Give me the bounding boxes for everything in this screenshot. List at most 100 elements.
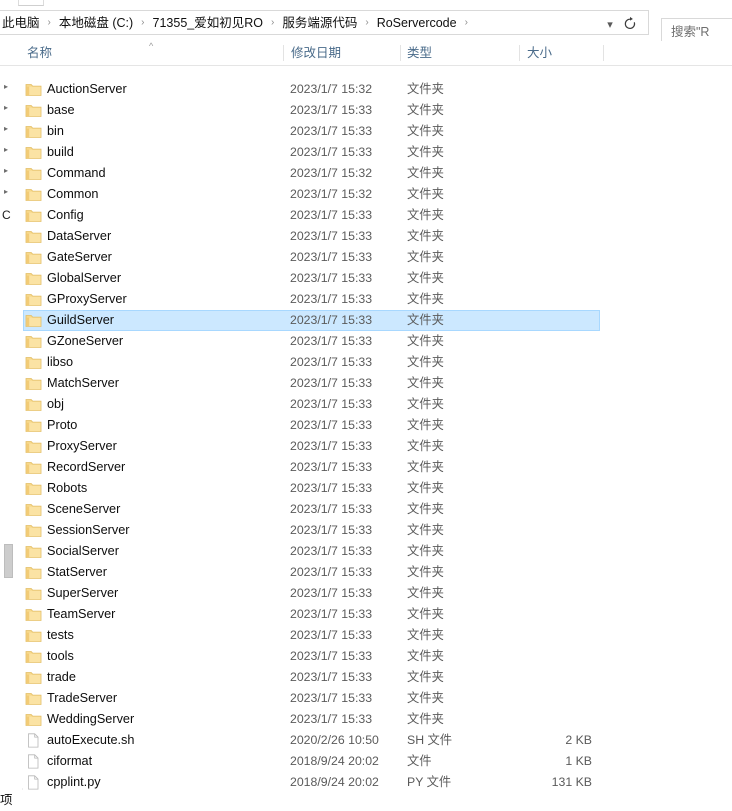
column-divider[interactable] <box>283 45 284 61</box>
file-list-row[interactable]: AuctionServer 2023/1/7 15:32 文件夹 <box>22 79 732 100</box>
file-name: GProxyServer <box>47 292 127 306</box>
file-list-row[interactable]: TradeServer 2023/1/7 15:33 文件夹 <box>22 688 732 709</box>
file-list-row[interactable]: base 2023/1/7 15:33 文件夹 <box>22 100 732 121</box>
file-list-row[interactable]: SuperServer 2023/1/7 15:33 文件夹 <box>22 583 732 604</box>
column-header-size[interactable]: 大小 <box>527 41 552 65</box>
file-type: 文件夹 <box>407 334 444 348</box>
file-icon <box>25 733 42 748</box>
file-date-modified: 2023/1/7 15:33 <box>290 649 373 663</box>
column-header-name[interactable]: 名称 <box>27 41 52 65</box>
file-list-row[interactable]: GateServer 2023/1/7 15:33 文件夹 <box>22 247 732 268</box>
file-list-row[interactable]: Common 2023/1/7 15:32 文件夹 <box>22 184 732 205</box>
file-list-row[interactable]: WeddingServer 2023/1/7 15:33 文件夹 <box>22 709 732 730</box>
file-list-row[interactable]: SceneServer 2023/1/7 15:33 文件夹 <box>22 499 732 520</box>
file-list-row[interactable]: build 2023/1/7 15:33 文件夹 <box>22 142 732 163</box>
file-list-row[interactable]: SessionServer 2023/1/7 15:33 文件夹 <box>22 520 732 541</box>
breadcrumb-item[interactable]: 本地磁盘 (C:) <box>58 13 134 33</box>
file-name: GZoneServer <box>47 334 124 348</box>
folder-icon <box>25 439 42 454</box>
chevron-right-icon[interactable]: ▸ <box>4 103 14 113</box>
search-input[interactable]: 搜索"R <box>661 18 732 43</box>
folder-icon <box>25 460 42 475</box>
file-list-row[interactable]: libso 2023/1/7 15:33 文件夹 <box>22 352 732 373</box>
breadcrumb-item[interactable]: 此电脑 <box>1 13 41 33</box>
file-list-row[interactable]: obj 2023/1/7 15:33 文件夹 <box>22 394 732 415</box>
folder-icon <box>25 481 42 496</box>
file-list-row[interactable]: TeamServer 2023/1/7 15:33 文件夹 <box>22 604 732 625</box>
file-list-row[interactable]: ciformat 2018/9/24 20:02 文件 1 KB <box>22 751 732 772</box>
folder-icon <box>25 271 42 286</box>
file-date-modified: 2023/1/7 15:33 <box>290 397 373 411</box>
breadcrumb-separator-icon[interactable]: › <box>458 15 475 31</box>
file-type: 文件夹 <box>407 670 444 684</box>
file-list-row[interactable]: tests 2023/1/7 15:33 文件夹 <box>22 625 732 646</box>
file-list-row[interactable]: GZoneServer 2023/1/7 15:33 文件夹 <box>22 331 732 352</box>
chevron-right-icon[interactable]: ▸ <box>4 145 14 155</box>
file-list-row[interactable]: StatServer 2023/1/7 15:33 文件夹 <box>22 562 732 583</box>
file-list-row[interactable]: tools 2023/1/7 15:33 文件夹 <box>22 646 732 667</box>
chevron-right-icon[interactable]: ▸ <box>4 124 14 134</box>
ribbon-tab-stub[interactable] <box>18 0 44 6</box>
column-divider[interactable] <box>519 45 520 61</box>
breadcrumb-separator-icon[interactable]: › <box>134 15 151 31</box>
file-list-row[interactable]: GProxyServer 2023/1/7 15:33 文件夹 <box>22 289 732 310</box>
breadcrumb[interactable]: 此电脑 › 本地磁盘 (C:) › 71355_爱如初见RO › 服务端源代码 › RoServ… <box>0 13 648 33</box>
column-divider[interactable] <box>400 45 401 61</box>
file-name: Command <box>47 166 106 180</box>
column-header-type[interactable]: 类型 <box>407 41 432 65</box>
file-name: libso <box>47 355 74 369</box>
chevron-right-icon[interactable]: ▸ <box>4 82 14 92</box>
file-size <box>477 163 592 184</box>
folder-icon <box>25 292 42 307</box>
file-type: 文件夹 <box>407 565 444 579</box>
breadcrumb-separator-icon[interactable]: › <box>358 15 375 31</box>
file-size <box>477 625 592 646</box>
folder-icon <box>25 124 42 139</box>
nav-item-label: C <box>2 208 11 222</box>
file-name: tools <box>47 649 74 663</box>
file-name: base <box>47 103 75 117</box>
chevron-right-icon[interactable]: ▸ <box>4 187 14 197</box>
breadcrumb-separator-icon[interactable]: › <box>264 15 281 31</box>
breadcrumb-item[interactable]: RoServercode <box>376 13 458 33</box>
breadcrumb-item[interactable]: 服务端源代码 <box>281 13 358 33</box>
file-list-row[interactable]: bin 2023/1/7 15:33 文件夹 <box>22 121 732 142</box>
file-list-row[interactable]: GuildServer 2023/1/7 15:33 文件夹 <box>22 310 732 331</box>
folder-icon <box>25 334 42 349</box>
breadcrumb-item[interactable]: 71355_爱如初见RO <box>152 13 264 33</box>
column-divider[interactable] <box>603 45 604 61</box>
file-list-row[interactable]: Config 2023/1/7 15:33 文件夹 <box>22 205 732 226</box>
folder-icon <box>25 376 42 391</box>
file-list-row[interactable]: GlobalServer 2023/1/7 15:33 文件夹 <box>22 268 732 289</box>
refresh-icon[interactable] <box>622 16 640 34</box>
file-size <box>477 541 592 562</box>
file-list[interactable]: AuctionServer 2023/1/7 15:32 文件夹 base 2023/1… <box>22 66 732 790</box>
column-header-date-modified[interactable]: 修改日期 <box>291 41 341 65</box>
file-list-row[interactable]: MatchServer 2023/1/7 15:33 文件夹 <box>22 373 732 394</box>
chevron-right-icon[interactable]: ▸ <box>4 166 14 176</box>
folder-icon <box>25 103 42 118</box>
file-list-row[interactable]: RecordServer 2023/1/7 15:33 文件夹 <box>22 457 732 478</box>
file-list-row[interactable]: autoExecute.sh 2020/2/26 10:50 SH 文件 2 KB <box>22 730 732 751</box>
file-list-row[interactable]: DataServer 2023/1/7 15:33 文件夹 <box>22 226 732 247</box>
file-type: 文件夹 <box>407 103 444 117</box>
chevron-down-icon[interactable]: ▾ <box>603 18 617 32</box>
file-list-row[interactable]: Command 2023/1/7 15:32 文件夹 <box>22 163 732 184</box>
file-list-row[interactable]: SocialServer 2023/1/7 15:33 文件夹 <box>22 541 732 562</box>
folder-icon <box>25 166 42 181</box>
breadcrumb-separator-icon[interactable]: › <box>41 15 58 31</box>
file-name: Config <box>47 208 84 222</box>
file-type: 文件夹 <box>407 271 444 285</box>
file-type: 文件夹 <box>407 376 444 390</box>
file-list-row[interactable]: Proto 2023/1/7 15:33 文件夹 <box>22 415 732 436</box>
file-date-modified: 2023/1/7 15:33 <box>290 691 373 705</box>
file-explorer-window: 此电脑 › 本地磁盘 (C:) › 71355_爱如初见RO › 服务端源代码 › RoServ… <box>0 0 732 811</box>
file-size: 2 KB <box>565 733 592 747</box>
file-list-row[interactable]: ProxyServer 2023/1/7 15:33 文件夹 <box>22 436 732 457</box>
address-bar[interactable]: 此电脑 › 本地磁盘 (C:) › 71355_爱如初见RO › 服务端源代码 › RoServ… <box>0 10 649 35</box>
file-list-row[interactable]: Robots 2023/1/7 15:33 文件夹 <box>22 478 732 499</box>
file-date-modified: 2023/1/7 15:33 <box>290 544 373 558</box>
navigation-pane-scrollbar[interactable] <box>4 544 13 578</box>
file-name: build <box>47 145 74 159</box>
file-list-row[interactable]: trade 2023/1/7 15:33 文件夹 <box>22 667 732 688</box>
